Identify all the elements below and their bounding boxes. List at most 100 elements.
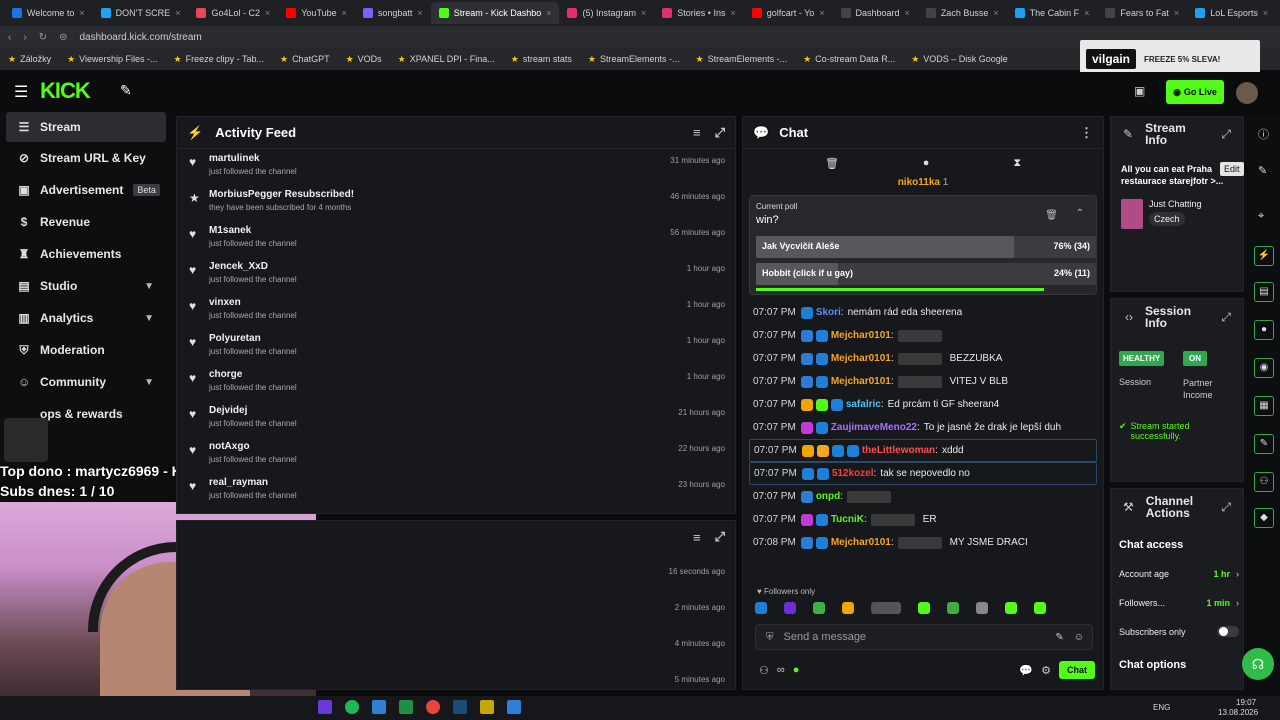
menu-icon[interactable]: ☰: [14, 82, 28, 102]
chat-username[interactable]: safalric: [846, 398, 881, 412]
activity-username[interactable]: chorge: [209, 369, 735, 380]
channel-actions-popout-icon[interactable]: ⤢: [1221, 500, 1231, 515]
sheets-icon[interactable]: [399, 700, 413, 714]
browser-tab[interactable]: songbatt ×: [355, 2, 431, 24]
bookmark-item[interactable]: ★ stream stats: [511, 54, 572, 65]
tab-close-icon[interactable]: ×: [265, 8, 270, 18]
tab-close-icon[interactable]: ×: [546, 8, 551, 18]
tab-close-icon[interactable]: ×: [79, 8, 84, 18]
rail-bolt-icon[interactable]: ⚡: [1254, 246, 1274, 266]
poll-option[interactable]: Hobbit (click if u gay) 24% (11): [756, 263, 1096, 285]
activity-username[interactable]: Jencek_XxD: [209, 261, 735, 272]
url-text[interactable]: dashboard.kick.com/stream: [79, 32, 201, 43]
tab-close-icon[interactable]: ×: [417, 8, 422, 18]
app-icon[interactable]: [507, 700, 521, 714]
tab-close-icon[interactable]: ×: [175, 8, 180, 18]
sidebar-item[interactable]: ▣ Advertisement Beta: [0, 174, 170, 206]
browser-tab[interactable]: Fears to Fat ×: [1097, 2, 1187, 24]
browser-tab[interactable]: golfcart - Yo ×: [744, 2, 833, 24]
hourglass-icon[interactable]: ⧗: [1013, 157, 1021, 170]
chevron-down-icon[interactable]: ▼: [144, 313, 154, 324]
chat-username[interactable]: Skori: [816, 306, 841, 320]
sidebar-item[interactable]: ☺ Community ▼: [0, 366, 170, 398]
poll-option[interactable]: Jak Vycvičit Aleše 76% (34): [756, 236, 1096, 258]
bookmark-item[interactable]: ★ ChatGPT: [280, 54, 330, 65]
stream-info-popout-icon[interactable]: ⤢: [1221, 127, 1231, 142]
tab-close-icon[interactable]: ×: [1263, 8, 1268, 18]
session-popout-icon[interactable]: ⤢: [1221, 310, 1231, 325]
sidebar-item[interactable]: ☰ Stream: [6, 112, 166, 142]
settings-gear-icon[interactable]: ⚙: [1041, 664, 1051, 677]
kick-badge-icon[interactable]: ●: [793, 664, 800, 676]
info-icon[interactable]: ⓘ: [1258, 126, 1269, 142]
sidebar-item[interactable]: $ Revenue: [0, 206, 170, 238]
browser-tab[interactable]: Welcome to ×: [4, 2, 93, 24]
trash-icon[interactable]: 🗑: [825, 157, 839, 170]
rail-tag-icon[interactable]: ◆: [1254, 508, 1274, 528]
activity-username[interactable]: vinxen: [209, 297, 735, 308]
kebab-icon[interactable]: ⋮: [1080, 125, 1093, 141]
bookmark-item[interactable]: ★ StreamElements -...: [588, 54, 680, 65]
activity-username[interactable]: notAxgo: [209, 441, 735, 452]
browser-tab[interactable]: The Cabin F ×: [1007, 2, 1098, 24]
edit-icon[interactable]: ✎: [1258, 164, 1267, 177]
bookmark-item[interactable]: ★ Záložky: [8, 54, 51, 65]
obs-icon[interactable]: [480, 700, 494, 714]
chat-access-row[interactable]: Subscribers only: [1119, 617, 1239, 646]
subscribers-only-toggle[interactable]: [1217, 626, 1239, 637]
message-input[interactable]: ⛨ Send a message ✎ ☺: [755, 624, 1093, 650]
bookmark-item[interactable]: ★ StreamElements -...: [695, 54, 787, 65]
activity-username[interactable]: Polyuretan: [209, 333, 735, 344]
emote-bar[interactable]: [755, 602, 1095, 618]
chat-access-row[interactable]: Followers... 1 min ›: [1119, 588, 1239, 617]
tab-close-icon[interactable]: ×: [342, 8, 347, 18]
taskbar-time[interactable]: 19:07: [1236, 698, 1256, 707]
rail-doc-icon[interactable]: ▤: [1254, 282, 1274, 302]
browser-tab[interactable]: (5) Instagram ×: [559, 2, 654, 24]
browser-tab[interactable]: Go4Lol - C2 ×: [188, 2, 278, 24]
rail-radio-icon[interactable]: ◉: [1254, 358, 1274, 378]
files-icon[interactable]: [372, 700, 386, 714]
smile-icon[interactable]: ☺: [1074, 632, 1084, 643]
bookmark-item[interactable]: ★ Viewership Files -...: [67, 54, 157, 65]
go-live-button[interactable]: ◉ Go Live: [1166, 80, 1224, 104]
chevron-down-icon[interactable]: ▼: [144, 377, 154, 388]
sidebar-item[interactable]: ▤ Studio ▼: [0, 270, 170, 302]
tab-close-icon[interactable]: ×: [641, 8, 646, 18]
support-headset-icon[interactable]: ☊: [1242, 648, 1274, 680]
popout-icon-2[interactable]: ⤢: [715, 529, 725, 545]
forward-icon[interactable]: ›: [23, 32, 26, 43]
rail-chat-icon[interactable]: ●: [1254, 320, 1274, 340]
link-icon[interactable]: ∞: [777, 664, 785, 676]
chevron-down-icon[interactable]: ▼: [144, 281, 154, 292]
tab-close-icon[interactable]: ×: [1174, 8, 1179, 18]
rail-wrench-icon[interactable]: ✎: [1254, 434, 1274, 454]
reload-icon[interactable]: ↻: [39, 32, 47, 43]
bookmark-item[interactable]: ★ XPANEL DPI - Fina...: [398, 54, 495, 65]
browser-tab[interactable]: Stories • Ins ×: [654, 2, 743, 24]
bookmark-item[interactable]: ★ Co-stream Data R...: [803, 54, 895, 65]
chat-username[interactable]: theLittlewoman: [862, 444, 935, 458]
activity-username[interactable]: M1sanek: [209, 225, 735, 236]
chrome-icon[interactable]: [426, 700, 440, 714]
sidebar-item[interactable]: ⊘ Stream URL & Key: [0, 142, 170, 174]
filter-icon[interactable]: ≡: [693, 125, 701, 140]
avatar[interactable]: [1236, 82, 1258, 104]
taskbar-lang[interactable]: ENG: [1153, 703, 1170, 712]
tab-close-icon[interactable]: ×: [905, 8, 910, 18]
browser-tab[interactable]: LoL Esports ×: [1187, 2, 1276, 24]
back-icon[interactable]: ‹: [8, 32, 11, 43]
kick-logo[interactable]: KICK: [40, 78, 91, 104]
browser-tab[interactable]: (1) Rocky Bal×: [1276, 2, 1280, 24]
rail-share-icon[interactable]: ⚇: [1254, 472, 1274, 492]
chat-username[interactable]: 512kozel: [832, 467, 874, 481]
popout-icon[interactable]: ⤢: [715, 125, 725, 141]
rail-list-icon[interactable]: ▦: [1254, 396, 1274, 416]
filter-icon-2[interactable]: ≡: [693, 530, 701, 545]
sidebar-item[interactable]: ⛨ Moderation: [0, 334, 170, 366]
pin-icon[interactable]: ✎: [120, 82, 132, 99]
chat-mode-icon[interactable]: ●: [923, 157, 930, 169]
bubble-icon[interactable]: 💬: [1019, 664, 1033, 677]
activity-username[interactable]: MorbiusPegger Resubscribed!: [209, 189, 735, 200]
sidebar-item[interactable]: ♜ Achievements: [0, 238, 170, 270]
